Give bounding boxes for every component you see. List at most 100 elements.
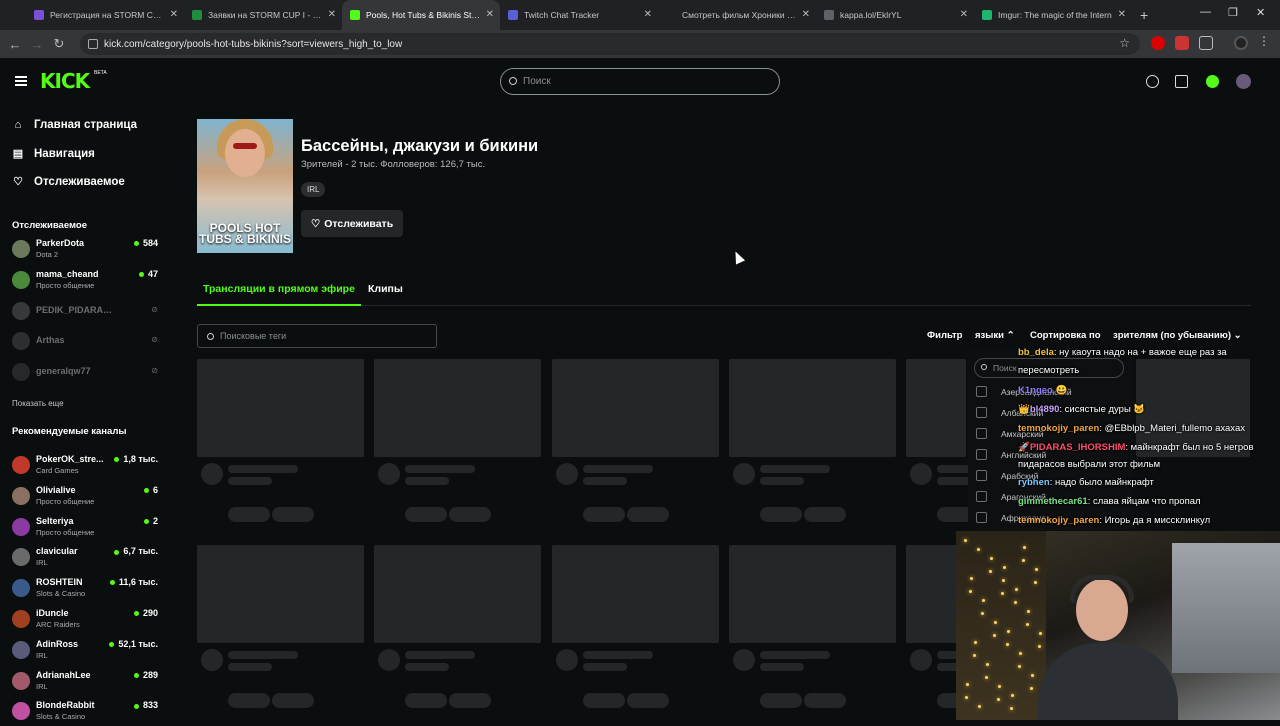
stream-card-placeholder[interactable] [197, 359, 364, 457]
minimize-icon[interactable]: — [1200, 6, 1211, 18]
stream-card-placeholder[interactable] [729, 545, 896, 643]
fairy-light [1023, 546, 1026, 549]
sidebar-channel[interactable]: iDuncle ARC Raiders 290 [12, 606, 162, 634]
sidebar-channel[interactable]: mama_cheand Просто общение 47 [12, 267, 162, 295]
stream-card-placeholder[interactable] [552, 545, 719, 643]
category-thumbnail-title: POOLS HOT TUBS & BIKINIS [198, 221, 291, 246]
sidebar-channel[interactable]: BlondeRabbit Slots & Casino 833 [12, 698, 162, 726]
close-window-icon[interactable]: ✕ [1256, 6, 1265, 19]
new-tab-button[interactable]: + [1140, 7, 1148, 23]
language-checkbox[interactable] [976, 470, 987, 481]
stream-card-placeholder[interactable] [552, 359, 719, 457]
user-avatar[interactable] [1236, 74, 1251, 89]
browser-tab[interactable]: kappa.lol/EklrYL ✕ [816, 0, 974, 30]
close-tab-icon[interactable]: ✕ [328, 9, 336, 20]
url-text: kick.com/category/pools-hot-tubs-bikinis… [104, 38, 403, 50]
close-tab-icon[interactable]: ✕ [644, 9, 652, 20]
tag-placeholder [272, 507, 314, 522]
sidebar-channel[interactable]: PEDIK_PIDARAS_JUG... ⊘ [12, 298, 162, 326]
restore-icon[interactable]: ❐ [1228, 6, 1238, 19]
close-tab-icon[interactable]: ✕ [486, 9, 494, 20]
browser-tab[interactable]: Заявки на STORM CUP I - Goo ✕ [184, 0, 342, 30]
browser-tab-title: Заявки на STORM CUP I - Goo [208, 10, 322, 20]
stream-card-placeholder[interactable] [729, 359, 896, 457]
tab-clips[interactable]: Клипы [368, 283, 403, 295]
stream-card-placeholder[interactable] [374, 359, 541, 457]
site-info-icon[interactable] [88, 39, 98, 49]
sidebar-channel[interactable]: AdinRoss IRL 52,1 тыс. [12, 637, 162, 665]
forward-icon[interactable]: → [26, 37, 48, 52]
sort-dropdown[interactable]: зрителям (по убыванию) ⌄ [1113, 330, 1242, 341]
text-placeholder [405, 465, 475, 473]
stream-card-placeholder[interactable] [906, 359, 966, 457]
nav-browse[interactable]: ▤ Навигация [12, 147, 95, 161]
sort-dropdown-value: зрителям (по убыванию) [1113, 330, 1232, 341]
show-more-link[interactable]: Показать еще [12, 399, 64, 408]
avatar [12, 301, 30, 320]
notifications-icon[interactable] [1146, 75, 1159, 88]
browser-tab[interactable]: Регистрация на STORM CUP I ✕ [26, 0, 184, 30]
sidebar-channel[interactable]: Selteriya Просто общение 2 [12, 514, 162, 542]
search-box[interactable] [500, 68, 780, 95]
browser-tab[interactable]: Twitch Chat Tracker ✕ [500, 0, 658, 30]
sidebar-channel[interactable]: Olivialive Просто общение 6 [12, 483, 162, 511]
back-icon[interactable]: ← [4, 37, 26, 52]
kick-logo[interactable]: KICK [40, 69, 90, 93]
bookmark-star-icon[interactable]: ☆ [1119, 36, 1130, 50]
language-checkbox[interactable] [976, 407, 987, 418]
fairy-light [1002, 579, 1005, 582]
close-tab-icon[interactable]: ✕ [1118, 9, 1126, 20]
sidebar-channel[interactable]: ROSHTEIN Slots & Casino 11,6 тыс. [12, 575, 162, 603]
sidebar-channel[interactable]: ParkerDota Dota 2 584 [12, 236, 162, 264]
languages-dropdown[interactable]: языки ⌃ [975, 330, 1015, 341]
tag-search-input[interactable] [220, 331, 420, 341]
reload-icon[interactable]: ↻ [48, 36, 70, 52]
browser-tab-title: kappa.lol/EklrYL [840, 10, 902, 20]
fairy-light [985, 676, 988, 679]
address-bar: ← → ↻ kick.com/category/pools-hot-tubs-b… [0, 30, 1280, 58]
nav-following[interactable]: ♡ Отслеживаемое [12, 175, 125, 189]
tab-live[interactable]: Трансляции в прямом эфире [197, 283, 361, 306]
extension-badge-icon[interactable] [1175, 36, 1189, 50]
text-placeholder [228, 465, 298, 473]
sidebar-channel[interactable]: Arthas ⊘ [12, 328, 162, 356]
close-tab-icon[interactable]: ✕ [960, 9, 968, 20]
extensions-puzzle-icon[interactable] [1199, 36, 1213, 50]
extension-icon[interactable] [1151, 36, 1165, 50]
channel-name: PEDIK_PIDARAS_JUG... [36, 304, 118, 315]
beta-badge: BETA [94, 70, 107, 76]
fairy-light [969, 590, 972, 593]
kick-rewards-icon[interactable] [1206, 75, 1219, 88]
messages-icon[interactable] [1175, 75, 1188, 88]
close-tab-icon[interactable]: ✕ [802, 9, 810, 20]
close-tab-icon[interactable]: ✕ [170, 9, 178, 20]
language-checkbox[interactable] [976, 491, 987, 502]
browser-menu-icon[interactable]: ⋮ [1258, 34, 1270, 48]
nav-home[interactable]: ⌂ Главная страница [12, 119, 137, 131]
profile-icon[interactable] [1234, 36, 1248, 50]
stream-card-placeholder[interactable] [374, 545, 541, 643]
search-input[interactable] [523, 76, 763, 87]
language-search-placeholder: Поиск [993, 363, 1017, 373]
category-tag[interactable]: IRL [301, 182, 326, 197]
browser-tab[interactable]: Pools, Hot Tubs & Bikinis Strea ✕ [342, 0, 500, 30]
menu-icon[interactable] [15, 76, 27, 86]
sidebar-channel[interactable]: clavicular IRL 6,7 тыс. [12, 544, 162, 572]
browser-tab[interactable]: Imgur: The magic of the Intern ✕ [974, 0, 1132, 30]
tag-placeholder [449, 693, 491, 708]
language-checkbox[interactable] [976, 512, 987, 523]
language-checkbox[interactable] [976, 386, 987, 397]
sidebar-channel[interactable]: generalqw77 ⊘ [12, 359, 162, 387]
browser-tab[interactable]: Смотреть фильм Хроники Нар ✕ [658, 0, 816, 30]
stream-card-placeholder[interactable] [197, 545, 364, 643]
viewer-count: 290 [134, 608, 158, 618]
language-checkbox[interactable] [976, 428, 987, 439]
chat-text: : надо было майнкрафт [1049, 477, 1154, 488]
url-field[interactable]: kick.com/category/pools-hot-tubs-bikinis… [80, 33, 1140, 55]
follow-button[interactable]: ♡ Отслеживать [301, 210, 403, 237]
tag-search-box[interactable] [197, 324, 437, 348]
sidebar-channel[interactable]: PokerOK_stre... Card Games 1,8 тыс. [12, 452, 162, 480]
language-checkbox[interactable] [976, 449, 987, 460]
avatar [12, 610, 30, 628]
sidebar-channel[interactable]: AdrianahLee IRL 289 [12, 668, 162, 696]
